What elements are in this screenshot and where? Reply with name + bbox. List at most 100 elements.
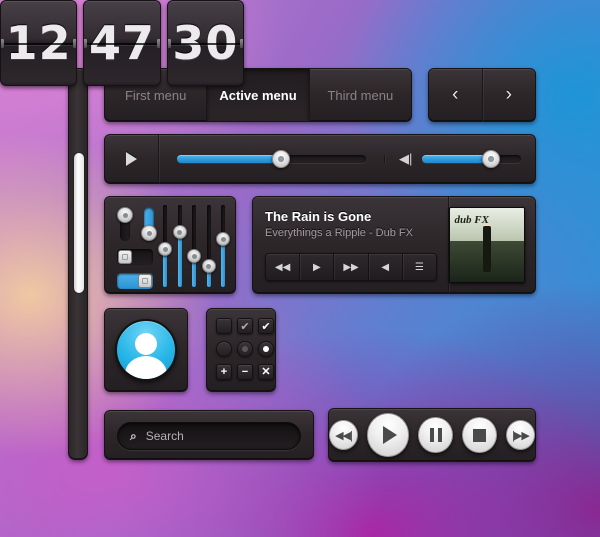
flip-split-line xyxy=(1,43,77,45)
slider-fill xyxy=(177,155,281,163)
avatar-head xyxy=(134,332,158,355)
slider-knob[interactable] xyxy=(271,150,290,168)
next-track-button[interactable]: |▶▶ xyxy=(506,420,535,450)
fast-forward-icon: ▶▶ xyxy=(343,261,359,273)
play-button[interactable] xyxy=(366,413,410,457)
play-icon xyxy=(383,426,398,444)
player-bar: ◀| xyxy=(104,134,536,184)
flip-split-line xyxy=(167,43,243,45)
horizontal-switch-2[interactable] xyxy=(117,273,153,289)
flip-hinge-left xyxy=(167,39,171,48)
track-artist: Everythings a Ripple - Dub FX xyxy=(265,227,413,239)
equalizer-faders xyxy=(158,205,230,287)
player-controls: ◀◀ ▶ ▶▶ ◀ ☰ xyxy=(265,253,437,281)
pause-icon xyxy=(429,428,442,442)
now-playing-panel: The Rain is Gone Everythings a Ripple - … xyxy=(252,196,536,294)
fader-knob[interactable] xyxy=(216,232,230,247)
avatar-body xyxy=(124,355,168,379)
switch-knob[interactable] xyxy=(117,207,133,223)
close-button[interactable]: ✕ xyxy=(258,364,274,380)
volume-section: ◀| xyxy=(385,150,535,168)
avatar-circle xyxy=(115,319,177,381)
radio-checked[interactable] xyxy=(258,341,274,357)
equalizer-panel xyxy=(104,196,236,294)
menu-item-label: Third menu xyxy=(327,87,394,103)
album-art-label: dub FX xyxy=(454,213,489,226)
menu-item-third[interactable]: Third menu xyxy=(310,69,411,121)
equalizer-fader-2[interactable] xyxy=(172,205,187,287)
checkbox-checked[interactable]: ✔ xyxy=(258,318,274,334)
search-input[interactable]: ⌕ Search xyxy=(117,422,301,450)
rewind-button[interactable]: ◀◀ xyxy=(266,254,301,280)
checkbox-checked-dim[interactable]: ✔ xyxy=(237,318,253,334)
vertical-switch-2[interactable] xyxy=(141,207,157,241)
flip-hinge-left xyxy=(84,39,88,48)
playlist-button[interactable]: ☰ xyxy=(403,254,436,280)
radio-dot xyxy=(221,346,227,352)
fader-knob[interactable] xyxy=(172,225,187,240)
transport-controls: ◀◀| |▶▶ xyxy=(328,408,536,462)
equalizer-fader-4[interactable] xyxy=(201,205,216,287)
switch-knob[interactable] xyxy=(138,274,152,288)
fader-knob[interactable] xyxy=(158,242,172,257)
vertical-switch-1[interactable] xyxy=(117,207,133,241)
stop-icon xyxy=(473,428,487,442)
menu-item-label: First menu xyxy=(124,87,187,103)
radio-dim[interactable] xyxy=(237,341,253,357)
slider-fill xyxy=(422,155,492,163)
flip-split-line xyxy=(84,43,160,45)
menu-item-label: Active menu xyxy=(219,87,297,103)
fader-knob[interactable] xyxy=(187,249,201,264)
mute-icon: ◀ xyxy=(381,261,390,273)
chevron-right-icon[interactable]: › xyxy=(483,69,536,121)
play-icon xyxy=(126,152,137,166)
flip-hinge-right xyxy=(239,39,243,48)
flip-clock: 12 47 30 xyxy=(0,0,244,86)
play-button[interactable]: ▶ xyxy=(300,254,335,280)
flip-hinge-left xyxy=(1,39,4,48)
add-button[interactable]: + xyxy=(216,364,232,380)
equalizer-fader-1[interactable] xyxy=(158,205,172,287)
controls-panel: ✔ ✔ + − ✕ xyxy=(206,308,276,392)
fader-fill xyxy=(206,270,211,287)
checkbox-unchecked[interactable] xyxy=(216,318,232,334)
fast-forward-button[interactable]: ▶▶ xyxy=(334,254,369,280)
clock-minutes-card: 47 xyxy=(83,0,161,86)
pause-button[interactable] xyxy=(418,417,454,453)
slider-knob[interactable] xyxy=(482,150,501,168)
speaker-icon[interactable]: ◀| xyxy=(399,151,412,167)
fader-knob[interactable] xyxy=(201,259,216,274)
search-panel: ⌕ Search xyxy=(104,410,314,460)
nav-arrows: ‹ › xyxy=(428,68,536,122)
album-art-performer xyxy=(482,225,492,272)
avatar[interactable] xyxy=(104,308,188,392)
progress-slider[interactable] xyxy=(177,150,366,168)
radio-dot xyxy=(263,346,269,352)
album-art: dub FX xyxy=(449,207,525,283)
scrollbar-thumb[interactable] xyxy=(74,153,84,294)
radio-dot xyxy=(242,346,248,352)
flip-hinge-right xyxy=(156,39,160,48)
track-title: The Rain is Gone xyxy=(265,209,372,224)
rewind-icon: ◀◀ xyxy=(274,261,291,273)
clock-hours-card: 12 xyxy=(0,0,78,86)
clock-seconds-card: 30 xyxy=(166,0,244,86)
play-button[interactable] xyxy=(105,135,159,183)
switch-knob[interactable] xyxy=(141,225,157,241)
radio-unchecked[interactable] xyxy=(216,341,232,357)
volume-slider[interactable] xyxy=(422,150,521,168)
vertical-scrollbar[interactable] xyxy=(68,68,88,460)
equalizer-fader-3[interactable] xyxy=(187,205,201,287)
equalizer-fader-5[interactable] xyxy=(216,205,230,287)
chevron-left-icon[interactable]: ‹ xyxy=(429,69,483,121)
mute-button[interactable]: ◀ xyxy=(369,254,403,280)
switch-knob[interactable] xyxy=(118,250,132,264)
previous-track-button[interactable]: ◀◀| xyxy=(329,420,358,450)
playlist-icon: ☰ xyxy=(414,261,424,273)
equalizer-switches xyxy=(117,207,163,289)
horizontal-switch-1[interactable] xyxy=(117,249,153,265)
flip-hinge-right xyxy=(73,39,77,48)
next-track-icon: |▶▶ xyxy=(512,429,530,442)
remove-button[interactable]: − xyxy=(237,364,253,380)
stop-button[interactable] xyxy=(462,417,497,453)
